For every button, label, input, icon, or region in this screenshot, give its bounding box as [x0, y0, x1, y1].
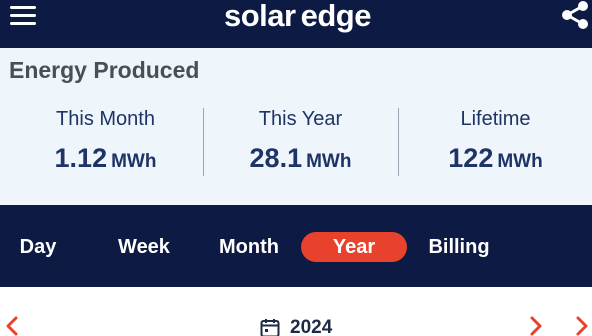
chevron-left-icon[interactable] — [4, 316, 20, 336]
stat-value: 122 MWh — [398, 143, 592, 178]
tab-billing[interactable]: Billing — [420, 232, 498, 262]
tab-year[interactable]: Year — [301, 232, 407, 262]
stat-this-year: This Year 28.1 MWh — [203, 107, 398, 178]
tab-month[interactable]: Month — [210, 232, 288, 262]
energy-produced-panel: Energy Produced This Month 1.12 MWh This … — [0, 48, 592, 205]
share-icon[interactable] — [560, 0, 590, 30]
tab-week[interactable]: Week — [108, 232, 180, 262]
calendar-icon — [260, 318, 280, 336]
logo-text-edge: edge — [297, 0, 377, 34]
top-app-bar: solar edge — [0, 0, 592, 48]
chevron-right-icon[interactable] — [528, 316, 544, 336]
stat-unit: MWh — [306, 151, 352, 172]
double-chevron-right-icon[interactable] — [574, 316, 590, 336]
stat-number: 28.1 — [249, 143, 303, 173]
period-tabs: Day Week Month Year Billing — [0, 205, 592, 287]
tab-day[interactable]: Day — [8, 232, 68, 262]
stat-unit: MWh — [111, 151, 157, 172]
stat-value: 28.1 MWh — [203, 143, 398, 178]
stat-label: This Year — [258, 108, 343, 130]
stat-label: Lifetime — [460, 108, 531, 130]
stat-unit: MWh — [497, 151, 543, 172]
date-selector[interactable]: 2024 — [260, 316, 332, 336]
date-navigation: 2024 — [0, 287, 592, 336]
current-period: 2024 — [290, 317, 333, 336]
stat-this-month: This Month 1.12 MWh — [8, 107, 203, 178]
hamburger-menu-icon[interactable] — [10, 2, 38, 26]
logo-text-solar: solar — [224, 0, 296, 33]
stat-value: 1.12 MWh — [8, 143, 203, 178]
solaredge-logo: solar edge — [224, 0, 377, 34]
energy-produced-title: Energy Produced — [9, 57, 200, 83]
stat-number: 1.12 — [54, 143, 108, 173]
stat-label: This Month — [56, 108, 155, 130]
stat-number: 122 — [448, 143, 494, 173]
stat-lifetime: Lifetime 122 MWh — [398, 107, 592, 178]
